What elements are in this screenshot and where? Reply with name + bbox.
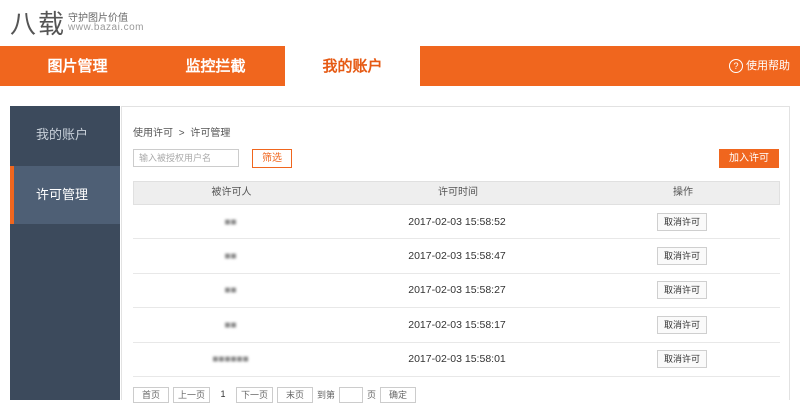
- license-table: 被许可人 许可时间 操作 ■■ 2017-02-03 15:58:52 取消许可…: [133, 181, 780, 377]
- table-header: 被许可人 许可时间 操作: [133, 181, 780, 205]
- nav-item-monitoring[interactable]: 监控拦截: [158, 46, 273, 86]
- brand-header: 八载 守护图片价值 www.bazai.com: [0, 0, 800, 46]
- licensee-name: ■■: [224, 285, 237, 297]
- table-row: ■■■■■■ 2017-02-03 15:58:01 取消许可: [133, 343, 780, 377]
- column-header-licensee: 被许可人: [211, 187, 252, 198]
- prev-page-button[interactable]: 上一页: [173, 387, 211, 403]
- current-page-number[interactable]: 1: [214, 387, 233, 401]
- pagination: 首页 上一页 1 下一页 末页 到第 页 确定: [133, 387, 417, 403]
- next-page-button[interactable]: 下一页: [236, 387, 274, 403]
- main-nav: 图片管理 监控拦截 我的账户 ? 使用帮助: [0, 46, 800, 86]
- first-page-button[interactable]: 首页: [133, 387, 169, 403]
- nav-item-image-management[interactable]: 图片管理: [20, 46, 135, 86]
- licensee-name: ■■: [224, 319, 237, 331]
- license-time: 2017-02-03 15:58:52: [408, 215, 506, 228]
- license-time: 2017-02-03 15:58:01: [408, 353, 506, 366]
- sidebar-item-my-account[interactable]: 我的账户: [10, 106, 120, 164]
- nav-item-my-account[interactable]: 我的账户: [285, 46, 420, 86]
- licensee-name: ■■: [224, 216, 237, 228]
- filter-button[interactable]: 筛选: [252, 149, 292, 168]
- main-panel: 使用许可 > 许可管理 筛选 加入许可 被许可人 许可时间 操作 ■■ 2017…: [121, 106, 790, 403]
- cancel-license-button[interactable]: 取消许可: [656, 247, 707, 266]
- license-time: 2017-02-03 15:58:47: [408, 250, 506, 263]
- help-label: 使用帮助: [746, 60, 790, 72]
- cancel-license-button[interactable]: 取消许可: [656, 350, 707, 369]
- breadcrumb: 使用许可 > 许可管理: [133, 124, 230, 139]
- add-license-button[interactable]: 加入许可: [719, 149, 779, 168]
- breadcrumb-separator: >: [178, 128, 185, 139]
- logo[interactable]: 八载: [10, 4, 66, 41]
- table-row: ■■ 2017-02-03 15:58:47 取消许可: [133, 239, 780, 274]
- table-row: ■■ 2017-02-03 15:58:52 取消许可: [133, 205, 780, 240]
- column-header-action: 操作: [673, 187, 693, 198]
- question-circle-icon: ?: [729, 59, 743, 73]
- license-time: 2017-02-03 15:58:17: [408, 318, 506, 331]
- licensee-name: ■■: [224, 251, 237, 263]
- license-time: 2017-02-03 15:58:27: [408, 284, 506, 297]
- last-page-button[interactable]: 末页: [277, 387, 314, 403]
- help-link[interactable]: ? 使用帮助: [729, 46, 790, 86]
- breadcrumb-item-usage-license[interactable]: 使用许可: [133, 124, 173, 139]
- sidebar: 我的账户 许可管理: [10, 106, 120, 400]
- column-header-time: 许可时间: [438, 187, 478, 198]
- goto-prefix: 到第: [317, 390, 336, 400]
- search-input[interactable]: [133, 149, 239, 167]
- sidebar-item-license-management[interactable]: 许可管理: [10, 166, 120, 224]
- table-row: ■■ 2017-02-03 15:58:17 取消许可: [133, 308, 780, 343]
- breadcrumb-item-license-management: 许可管理: [190, 128, 231, 139]
- goto-page-input[interactable]: [339, 387, 364, 403]
- cancel-license-button[interactable]: 取消许可: [656, 281, 707, 300]
- goto-confirm-button[interactable]: 确定: [380, 387, 417, 403]
- table-row: ■■ 2017-02-03 15:58:27 取消许可: [133, 274, 780, 309]
- goto-suffix: 页: [367, 390, 377, 400]
- licensee-name: ■■■■■■: [212, 354, 249, 366]
- cancel-license-button[interactable]: 取消许可: [656, 315, 707, 334]
- cancel-license-button[interactable]: 取消许可: [656, 212, 707, 231]
- domain-text: www.bazai.com: [68, 22, 144, 33]
